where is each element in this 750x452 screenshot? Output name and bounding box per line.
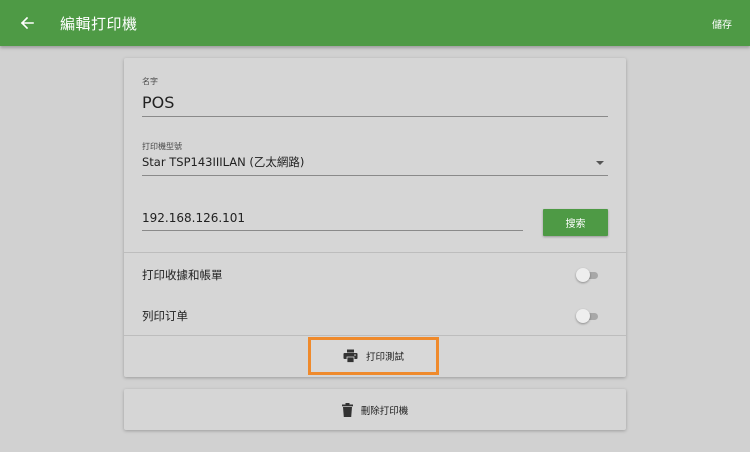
- printer-model-underline: [142, 175, 608, 176]
- printer-icon: [343, 349, 358, 363]
- divider: [124, 252, 626, 253]
- delete-printer-button[interactable]: 刪除打印機: [124, 389, 626, 430]
- printer-model-select[interactable]: Star TSP143IIILAN (乙太網路): [142, 154, 304, 170]
- back-button[interactable]: [14, 10, 40, 36]
- test-print-button[interactable]: 打印測試: [308, 337, 439, 375]
- print-receipts-toggle[interactable]: [576, 268, 600, 282]
- dropdown-arrow-icon[interactable]: [596, 161, 604, 165]
- app-bar: 編輯打印機 儲存: [0, 0, 750, 46]
- toggle-thumb: [576, 268, 590, 282]
- print-orders-label: 列印订单: [142, 309, 188, 323]
- search-button[interactable]: 搜索: [543, 209, 608, 236]
- arrow-left-icon: [20, 16, 34, 30]
- delete-printer-label: 刪除打印機: [360, 405, 409, 417]
- trash-icon: [341, 402, 353, 417]
- page-title: 編輯打印機: [60, 15, 138, 33]
- name-field[interactable]: POS: [142, 93, 174, 112]
- printer-model-label: 打印機型號: [142, 142, 182, 151]
- print-receipts-label: 打印收據和帳單: [142, 268, 223, 282]
- test-print-label: 打印測試: [365, 352, 404, 363]
- printer-form-card: 名字 POS 打印機型號 Star TSP143IIILAN (乙太網路) 19…: [124, 58, 626, 377]
- save-button[interactable]: 儲存: [712, 16, 732, 31]
- print-orders-toggle[interactable]: [576, 309, 600, 323]
- divider: [124, 335, 626, 336]
- name-field-underline: [142, 116, 608, 117]
- ip-address-underline: [142, 230, 523, 231]
- ip-address-field[interactable]: 192.168.126.101: [142, 211, 245, 225]
- name-field-label: 名字: [142, 77, 158, 86]
- toggle-thumb: [576, 309, 590, 323]
